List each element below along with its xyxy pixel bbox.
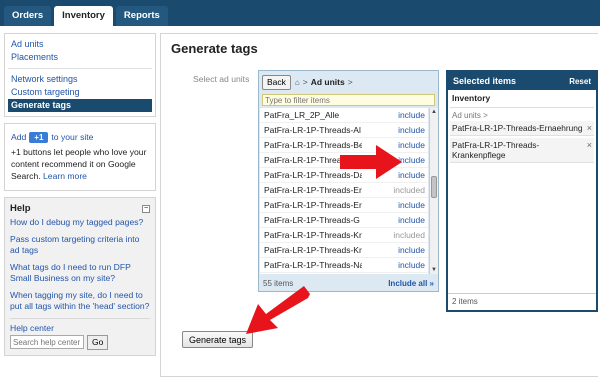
sidebar-item-generate-tags[interactable]: Generate tags <box>8 99 152 112</box>
include-link[interactable]: include <box>398 125 425 135</box>
help-center-link[interactable]: Help center <box>10 323 150 333</box>
nav-group-settings: Network settings Custom targeting Genera… <box>8 72 152 112</box>
top-nav-bar: Orders Inventory Reports <box>0 0 600 26</box>
help-header: Help − <box>5 198 155 217</box>
list-item: PatFra-LR-1P-Threads-Na include <box>260 258 428 273</box>
included-label: included <box>393 185 425 195</box>
include-link[interactable]: include <box>398 215 425 225</box>
select-ad-units-label: Select ad units <box>193 74 250 84</box>
sidebar-item-network-settings[interactable]: Network settings <box>8 73 152 86</box>
plusone-add-text: Add <box>11 132 27 142</box>
selected-item: PatFra-LR-1P-Threads-Krankenpflege × <box>450 138 594 163</box>
ad-unit-name: PatFra-LR-1P-Threads-Na <box>264 260 362 270</box>
ad-unit-name: PatFra-LR-1P-Threads-Kr <box>264 245 362 255</box>
collapse-icon[interactable]: − <box>142 204 150 213</box>
selected-item-name: PatFra-LR-1P-Threads-Krankenpflege <box>452 140 540 160</box>
ad-unit-name: PatFra-LR-1P-Threads-G <box>264 215 360 225</box>
plusone-to-site-text: to your site <box>51 132 94 142</box>
ad-unit-list: PatFra_LR_2P_Alle include PatFra-LR-1P-Thr… <box>260 108 428 274</box>
include-all-link[interactable]: Include all » <box>388 279 434 288</box>
included-label: included <box>393 230 425 240</box>
breadcrumb-separator: > <box>302 77 308 87</box>
arrow-shape <box>340 145 402 179</box>
help-body: How do I debug my tagged pages? Pass cus… <box>5 217 155 355</box>
ad-unit-name: PatFra_LR_2P_Alle <box>264 110 340 120</box>
help-link-which-tags[interactable]: What tags do I need to run DFP Small Bus… <box>10 262 150 285</box>
annotation-arrow-diagonal-icon <box>246 286 310 334</box>
breadcrumb-separator: > <box>347 77 353 87</box>
selected-items-body: Inventory Ad units > PatFra-LR-1P-Thread… <box>448 90 596 292</box>
tab-inventory[interactable]: Inventory <box>54 6 113 26</box>
arrow-shape <box>246 286 310 334</box>
picker-toolbar: Back ⌂ > Ad units > <box>259 71 438 93</box>
include-link[interactable]: include <box>398 200 425 210</box>
main-content: Generate tags Select ad units Back ⌂ > A… <box>160 33 598 377</box>
ad-unit-name: PatFra-LR-1P-Threads-Al <box>264 125 361 135</box>
remove-icon[interactable]: × <box>584 140 592 150</box>
tab-reports[interactable]: Reports <box>115 6 168 26</box>
sidebar-item-ad-units[interactable]: Ad units <box>8 38 152 51</box>
selected-item: PatFra-LR-1P-Threads-Ernaehrung × <box>450 121 594 136</box>
selected-count: 2 items <box>448 293 596 310</box>
scroll-down-icon[interactable]: ▼ <box>430 266 438 274</box>
inventory-nav-panel: Ad units Placements Network settings Cus… <box>4 33 156 117</box>
selected-items-header: Selected items Reset <box>448 72 596 90</box>
filter-input[interactable] <box>262 94 435 106</box>
list-item: PatFra-LR-1P-Threads-Al include <box>260 123 428 138</box>
include-link[interactable]: include <box>398 110 425 120</box>
breadcrumb: ⌂ > Ad units > <box>295 77 353 87</box>
selected-item-name: PatFra-LR-1P-Threads-Ernaehrung <box>452 123 583 133</box>
list-item: PatFra-LR-1P-Threads-Er included <box>260 183 428 198</box>
breadcrumb-current: Ad units <box>310 77 345 87</box>
help-search-go-button[interactable]: Go <box>87 334 109 350</box>
list-item: PatFra-LR-1P-Threads-Er include <box>260 198 428 213</box>
remove-icon[interactable]: × <box>584 123 592 133</box>
reset-link[interactable]: Reset <box>569 77 591 86</box>
main-tabs: Orders Inventory Reports <box>4 6 168 26</box>
list-item: PatFra-LR-1P-Threads-Kr included <box>260 228 428 243</box>
include-link[interactable]: include <box>398 140 425 150</box>
selected-items-panel: Selected items Reset Inventory Ad units … <box>446 70 598 312</box>
tab-orders[interactable]: Orders <box>4 6 52 26</box>
sidebar-item-placements[interactable]: Placements <box>8 51 152 64</box>
scroll-up-icon[interactable]: ▲ <box>430 108 438 116</box>
help-link-custom-targeting[interactable]: Pass custom targeting criteria into ad t… <box>10 234 150 257</box>
annotation-arrow-right-icon <box>340 145 402 179</box>
include-link[interactable]: include <box>398 170 425 180</box>
list-item: PatFra-LR-1P-Threads-G include <box>260 213 428 228</box>
help-search-input[interactable] <box>10 335 84 349</box>
learn-more-link[interactable]: Learn more <box>43 171 87 181</box>
list-item: PatFra-LR-1P-Threads-Kr include <box>260 243 428 258</box>
list-item: PatFra_LR_2P_Alle include <box>260 108 428 123</box>
list-scrollbar[interactable]: ▲ ▼ <box>429 108 438 274</box>
help-center-section: Help center Go <box>10 317 150 350</box>
sidebar-item-custom-targeting[interactable]: Custom targeting <box>8 86 152 99</box>
ad-unit-picker: Back ⌂ > Ad units > PatFra_LR_2P_Alleinc… <box>258 70 439 292</box>
ad-unit-name: PatFra-LR-1P-Threads-Er <box>264 200 362 210</box>
plusone-icon: +1 <box>29 131 49 143</box>
ad-unit-name: PatFra-LR-1P-Threads-Kr <box>264 230 362 240</box>
back-button[interactable]: Back <box>262 74 291 90</box>
selected-path: Ad units > <box>452 111 488 120</box>
plusone-promo: Add +1 to your site +1 buttons let peopl… <box>4 123 156 191</box>
plusone-heading[interactable]: Add +1 to your site <box>11 131 149 143</box>
help-search-row: Go <box>10 334 150 350</box>
generate-tags-button[interactable]: Generate tags <box>182 331 254 348</box>
selected-items-title: Selected items <box>453 76 517 86</box>
help-link-head-section[interactable]: When tagging my site, do I need to put a… <box>10 290 150 313</box>
help-link-debug[interactable]: How do I debug my tagged pages? <box>10 217 150 229</box>
help-title: Help <box>10 203 31 214</box>
ad-unit-name: PatFra-LR-1P-Threads-Er <box>264 185 362 195</box>
help-panel: Help − How do I debug my tagged pages? P… <box>4 197 156 356</box>
scroll-thumb[interactable] <box>431 176 437 198</box>
include-link[interactable]: include <box>398 260 425 270</box>
home-icon[interactable]: ⌂ <box>295 78 300 87</box>
include-link[interactable]: include <box>398 245 425 255</box>
selected-group-title: Inventory <box>450 93 594 108</box>
page-title: Generate tags <box>171 41 258 56</box>
include-link[interactable]: include <box>398 155 425 165</box>
sidebar: Ad units Placements Network settings Cus… <box>4 33 156 362</box>
nav-group-units: Ad units Placements <box>8 37 152 69</box>
